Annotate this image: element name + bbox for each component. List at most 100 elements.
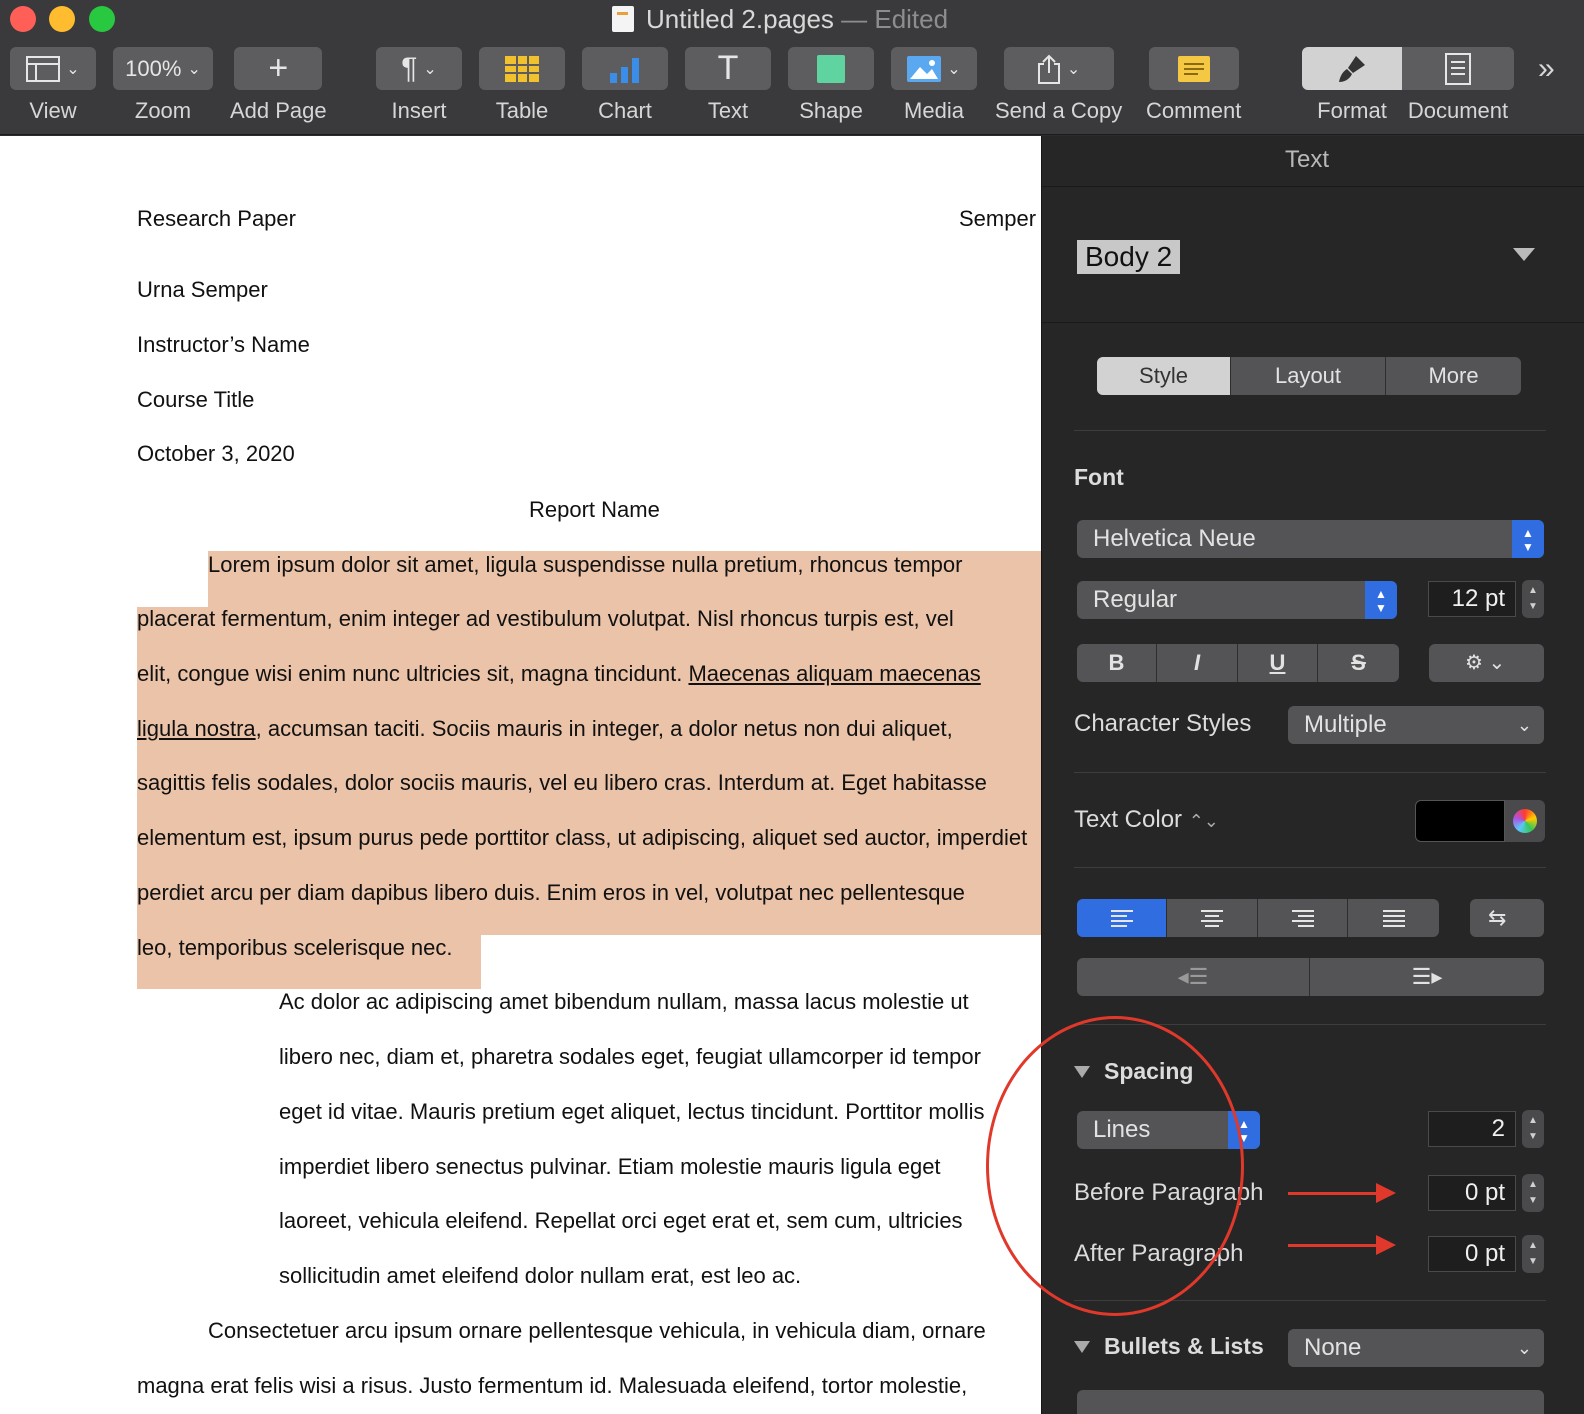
font-family-popup[interactable]: Helvetica Neue ▲ ▼	[1077, 520, 1544, 558]
chevron-down-icon: ⌄	[66, 60, 80, 78]
justify-button[interactable]	[1348, 899, 1439, 937]
comment-button[interactable]	[1148, 47, 1239, 90]
paragraph-line: perdiet arcu per diam dapibus libero dui…	[137, 880, 965, 905]
comment-tool[interactable]: Comment	[1146, 47, 1241, 124]
tab-more[interactable]: More	[1386, 357, 1521, 395]
increase-indent-button[interactable]: ☰▸	[1310, 958, 1544, 996]
text-options-button[interactable]: ⚙ ⌄	[1429, 644, 1544, 682]
add-page-tool[interactable]: + Add Page	[230, 47, 327, 124]
instructor-name: Instructor’s Name	[137, 332, 310, 357]
align-center-button[interactable]	[1167, 899, 1258, 937]
justify-icon	[1382, 909, 1405, 927]
character-styles-popup[interactable]: Multiple ⌄	[1288, 706, 1544, 744]
chevron-down-icon: ⌄	[1516, 715, 1532, 735]
popup-arrows-icon: ▲ ▼	[1512, 520, 1544, 558]
chevron-down-icon: ⌄	[1516, 1338, 1532, 1358]
document-button[interactable]	[1402, 47, 1514, 90]
increase-indent-icon: ☰▸	[1411, 964, 1443, 989]
paragraph-style-name[interactable]: Body 2	[1077, 240, 1181, 274]
send-copy-tool[interactable]: ⌄ Send a Copy	[995, 47, 1122, 124]
strikethrough-button[interactable]: S	[1318, 644, 1399, 682]
send-copy-button[interactable]: ⌄	[1003, 47, 1114, 90]
after-paragraph-stepper[interactable]: ▲ ▼	[1522, 1235, 1544, 1273]
align-left-button[interactable]	[1077, 899, 1167, 937]
insert-button[interactable]: ¶ ⌄	[376, 47, 462, 90]
pages-document-icon	[612, 6, 634, 32]
text-color-label[interactable]: Text Color ⌃⌄	[1074, 806, 1219, 834]
chart-label: Chart	[598, 98, 652, 123]
list-style-popup[interactable]	[1077, 1390, 1544, 1414]
table-button[interactable]	[479, 47, 565, 90]
disclosure-triangle-icon[interactable]	[1074, 1341, 1090, 1353]
text-tool[interactable]: T Text	[685, 47, 771, 124]
font-size-field[interactable]: 12 pt	[1428, 581, 1516, 617]
zoom-tool[interactable]: 100% ⌄ Zoom	[113, 47, 213, 124]
text-color-well[interactable]	[1415, 800, 1505, 842]
gear-icon: ⚙ ⌄	[1465, 652, 1506, 674]
insert-tool[interactable]: ¶ ⌄ Insert	[376, 47, 462, 124]
decrease-indent-button[interactable]: ◂☰	[1077, 958, 1310, 996]
edited-indicator: — Edited	[833, 4, 949, 34]
bullets-lists-value: None	[1304, 1334, 1362, 1361]
header-left: Research Paper	[137, 206, 296, 231]
chart-tool[interactable]: Chart	[582, 47, 668, 124]
paragraph-line: sagittis felis sodales, dolor sociis mau…	[137, 770, 987, 795]
zoom-button[interactable]: 100% ⌄	[113, 47, 213, 90]
plus-icon: +	[268, 49, 289, 87]
underline-button[interactable]: U	[1238, 644, 1318, 682]
bold-button[interactable]: B	[1077, 644, 1157, 682]
paragraph-line: elit, congue wisi enim nunc ultricies si…	[137, 661, 981, 687]
view-icon	[26, 55, 61, 82]
document-tool[interactable]: Document	[1402, 47, 1514, 124]
add-page-label: Add Page	[230, 98, 327, 123]
paragraph-style-menu-icon[interactable]	[1513, 248, 1535, 261]
add-page-button[interactable]: +	[234, 47, 323, 90]
font-style-popup[interactable]: Regular ▲ ▼	[1077, 581, 1397, 619]
chevron-down-icon: ⌄	[947, 60, 961, 78]
document-canvas[interactable]: Research Paper Semper Urna Semper Instru…	[0, 136, 1041, 1414]
view-button[interactable]: ⌄	[10, 47, 96, 90]
after-paragraph-field[interactable]: 0 pt	[1428, 1236, 1516, 1272]
tab-style[interactable]: Style	[1097, 357, 1231, 395]
window-title: Untitled 2.pages — Edited	[646, 4, 948, 35]
toolbar-overflow-button[interactable]: »	[1538, 52, 1555, 86]
shape-button[interactable]	[788, 47, 874, 90]
paragraph-text: , accumsan taciti. Sociis mauris in inte…	[255, 716, 953, 741]
line-spacing-field[interactable]: 2	[1428, 1111, 1516, 1147]
media-tool[interactable]: ⌄ Media	[891, 47, 977, 124]
bullets-lists-title: Bullets & Lists	[1104, 1333, 1264, 1359]
text-direction-button[interactable]: ⇆	[1470, 899, 1544, 937]
before-paragraph-field[interactable]: 0 pt	[1428, 1175, 1516, 1211]
character-styles-value: Multiple	[1304, 711, 1387, 738]
line-spacing-stepper[interactable]: ▲ ▼	[1522, 1110, 1544, 1148]
font-style-value: Regular	[1093, 586, 1178, 613]
paragraph-line: placerat fermentum, enim integer ad vest…	[137, 606, 954, 631]
align-right-button[interactable]	[1258, 899, 1348, 937]
underlined-text: Maecenas aliquam maecenas	[688, 661, 981, 686]
tab-layout[interactable]: Layout	[1231, 357, 1386, 395]
font-size-stepper[interactable]: ▲ ▼	[1522, 580, 1544, 618]
shape-tool[interactable]: Shape	[788, 47, 874, 124]
view-tool[interactable]: ⌄ View	[10, 47, 96, 124]
document-label: Document	[1407, 98, 1509, 123]
italic-button[interactable]: I	[1157, 644, 1238, 682]
text-button[interactable]: T	[685, 47, 771, 90]
paragraph-line: Consectetuer arcu ipsum ornare pellentes…	[208, 1318, 986, 1343]
before-paragraph-stepper[interactable]: ▲ ▼	[1522, 1174, 1544, 1212]
color-wheel-button[interactable]	[1505, 800, 1545, 842]
annotation-arrow	[1288, 1235, 1396, 1255]
divider	[1042, 186, 1584, 187]
format-button[interactable]	[1302, 47, 1402, 90]
font-section-title: Font	[1074, 464, 1124, 490]
minimize-window-button[interactable]	[49, 6, 75, 32]
zoom-window-button[interactable]	[89, 6, 115, 32]
format-tool[interactable]: Format	[1302, 47, 1402, 124]
annotation-arrow	[1288, 1183, 1396, 1203]
close-window-button[interactable]	[10, 6, 36, 32]
table-tool[interactable]: Table	[479, 47, 565, 124]
paragraph-line: elementum est, ipsum purus pede porttito…	[137, 825, 1028, 850]
media-button[interactable]: ⌄	[891, 47, 977, 90]
insert-label: Insert	[391, 98, 447, 123]
chart-button[interactable]	[582, 47, 668, 90]
bullets-lists-popup[interactable]: None ⌄	[1288, 1329, 1544, 1367]
